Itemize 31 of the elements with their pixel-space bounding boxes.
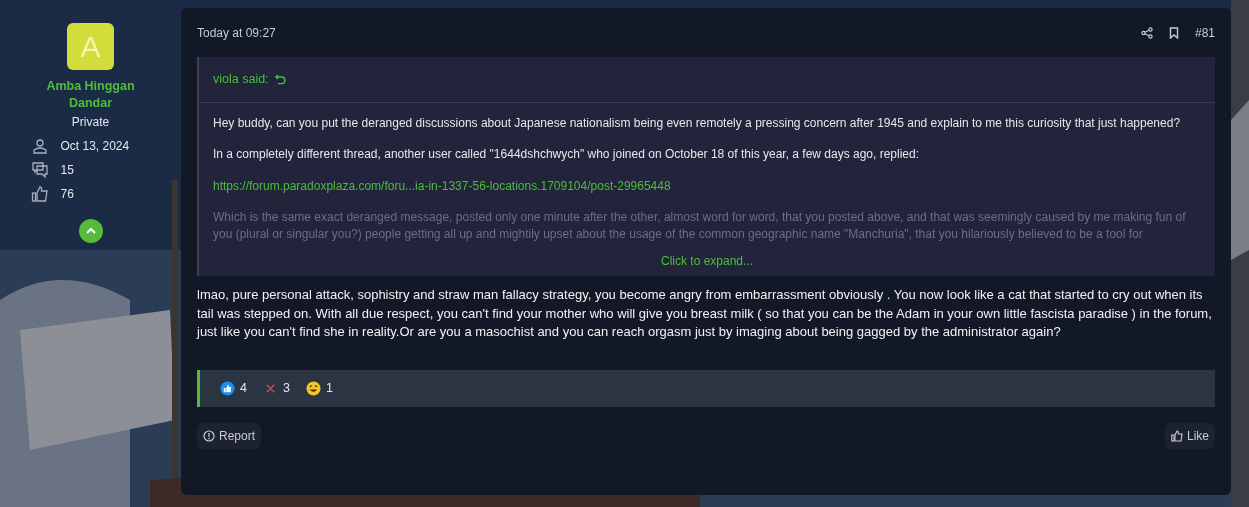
alert-icon xyxy=(203,430,215,442)
reaction-count: 3 xyxy=(282,380,290,398)
like-reaction-icon xyxy=(220,381,235,397)
quote-link[interactable]: https://forum.paradoxplaza.com/foru...ia-in-1337-56-locations.1709104/post-29965448 xyxy=(213,178,671,193)
share-icon[interactable] xyxy=(1140,27,1153,39)
stat-value: 76 xyxy=(60,185,74,203)
quote-attribution[interactable]: viola said: xyxy=(213,70,269,89)
reaction-count: 1 xyxy=(325,380,333,398)
quote-paragraph: Which is the same exact deranged message, posted only one minute after the other, almost word for word, that you posted above, and that was seemingly caused by me making fun of you (plural or singular you?) people getting all up and mightily upset about the usage of the common geographic name "Manchuria", that you hilariously believed to be a tool for xyxy=(213,208,1187,244)
chevron-up-icon xyxy=(85,226,96,235)
post-number[interactable]: #81 xyxy=(1194,24,1215,42)
report-button[interactable]: Report xyxy=(197,423,262,449)
username[interactable]: Amba Hinggan Dandar xyxy=(35,78,146,112)
speech-bubbles-icon xyxy=(30,160,49,179)
thumbs-up-icon xyxy=(1171,430,1183,442)
post-text: lmao, pure personal attack, sophistry and straw man fallacy strategy, you become angry from embarrassment obviously . You now look like a cat that started to cry out when its tail was stepped on. With all due respect, you can't find your mother who will give you breast milk ( so that you can be the Adam in your own little fascista paradise ) in the forum, just like you can't find she in reality.Or are you a masochist and you can reach orgasm just by imaging about being gagged by the administrator again? xyxy=(197,285,1213,342)
thumbs-up-icon xyxy=(30,184,49,203)
quote-paragraph: In a completely different thread, another user called "1644dshchwych" who joined on October 18 of this year, a few days ago, replied: xyxy=(213,146,921,164)
user-title: Private xyxy=(71,113,110,131)
laughing-face-icon xyxy=(305,381,321,397)
stat-value: Oct 13, 2024 xyxy=(60,137,130,155)
reactions-bar[interactable]: 4 3 1 xyxy=(197,370,1215,407)
go-to-quote-icon[interactable] xyxy=(274,73,286,85)
reaction-count: 4 xyxy=(240,380,247,398)
like-button[interactable]: Like xyxy=(1165,423,1215,449)
bookmark-icon[interactable] xyxy=(1168,27,1179,39)
quote-paragraph: Hey buddy, can you put the deranged discussions about Japanese nationalism being even remotely a pressing concern after 1945 and explain to me this curiosity that just happened? xyxy=(213,114,1182,132)
expand-link[interactable]: Click to expand... xyxy=(660,253,753,268)
post-time[interactable]: Today at 09:27 xyxy=(197,24,276,42)
stat-value: 15 xyxy=(60,161,74,179)
user-icon xyxy=(30,136,49,155)
